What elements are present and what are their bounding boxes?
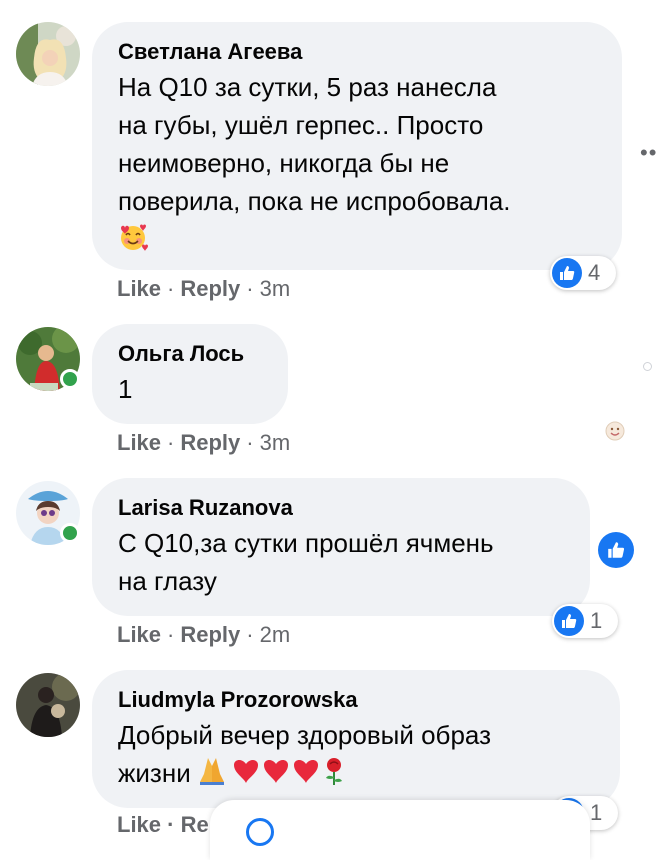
avatar[interactable] — [16, 22, 80, 86]
comment-text: С Q10,за сутки прошёл ячмень на глазу — [118, 524, 564, 600]
comment-actions: Like · Reply · 3m — [117, 276, 290, 302]
like-button[interactable]: Like — [117, 276, 161, 301]
bottom-overlay-panel — [210, 800, 590, 860]
avatar[interactable] — [16, 673, 80, 737]
avatar-photo — [16, 673, 80, 737]
comment-bubble: Larisa Ruzanova С Q10,за сутки прошёл яч… — [92, 478, 590, 616]
reaction-number: 4 — [588, 260, 601, 285]
reaction-count[interactable]: 4 — [550, 256, 616, 290]
comment-timestamp[interactable]: 3m — [260, 276, 291, 301]
avatar[interactable] — [16, 327, 80, 391]
comment-actions: Like · Reply · 2m — [117, 622, 290, 648]
comment-line: неимоверно, никогда бы не — [118, 148, 450, 178]
comment-author[interactable]: Светлана Агеева — [118, 38, 596, 66]
comment-line: На Q10 за сутки, 5 раз нанесла — [118, 72, 497, 102]
comment-line: поверила, пока не испробовала. — [118, 186, 511, 216]
folded-hands-hearts-rose-icons — [199, 758, 342, 785]
separator: · — [246, 622, 254, 647]
like-icon[interactable] — [598, 532, 634, 568]
comment-bubble: Ольга Лось 1 — [92, 324, 288, 424]
comment-line: жизни — [118, 758, 191, 788]
comment-line: 1 — [118, 374, 133, 404]
comment-line: на губы, ушёл герпес.. Просто — [118, 110, 484, 140]
comment-text: Добрый вечер здоровый образ жизни — [118, 716, 594, 792]
like-reaction-icon — [552, 258, 582, 288]
comment-text: На Q10 за сутки, 5 раз нанесла на губы, … — [118, 68, 596, 258]
comment-bubble: Liudmyla Prozorowska Добрый вечер здоров… — [92, 670, 620, 808]
like-button[interactable]: Like — [117, 430, 161, 455]
like-button[interactable]: Like — [117, 622, 161, 647]
separator: · — [167, 276, 175, 301]
comment-actions: Like · Re — [117, 812, 209, 838]
comment-author[interactable]: Liudmyla Prozorowska — [118, 686, 594, 714]
reaction-number: 1 — [590, 800, 603, 825]
separator: · — [167, 430, 175, 455]
reaction-count[interactable]: 1 — [552, 604, 618, 638]
comment-author[interactable]: Larisa Ruzanova — [118, 494, 564, 522]
online-status-dot — [60, 523, 80, 543]
separator: · — [167, 622, 175, 647]
separator: · — [246, 276, 254, 301]
smiling-face-with-hearts-icon — [121, 224, 148, 251]
separator: · — [246, 430, 254, 455]
indicator-circle-icon — [643, 362, 652, 371]
more-options-icon[interactable]: •• — [640, 140, 657, 166]
comment-timestamp[interactable]: 3m — [260, 430, 291, 455]
comments-list: Светлана Агеева На Q10 за сутки, 5 раз н… — [0, 0, 662, 860]
comment-text: 1 — [118, 370, 262, 408]
partial-actions-text[interactable]: Like · Re — [117, 812, 209, 837]
comment-line: С Q10,за сутки прошёл ячмень — [118, 528, 494, 558]
comment-line: Добрый вечер здоровый образ — [118, 720, 492, 750]
comment-line: на глазу — [118, 566, 217, 596]
comment-timestamp[interactable]: 2m — [260, 622, 291, 647]
loading-ring-icon — [246, 818, 274, 846]
comment-actions: Like · Reply · 3m — [117, 430, 290, 456]
reaction-number: 1 — [590, 608, 603, 633]
reply-button[interactable]: Reply — [180, 276, 240, 301]
avatar[interactable] — [16, 481, 80, 545]
comment-author[interactable]: Ольга Лось — [118, 340, 262, 368]
like-reaction-icon — [554, 606, 584, 636]
reply-button[interactable]: Reply — [180, 430, 240, 455]
reply-button[interactable]: Reply — [180, 622, 240, 647]
online-status-dot — [60, 369, 80, 389]
small-emoji-icon — [605, 421, 625, 441]
avatar-photo — [16, 22, 80, 86]
comment-bubble: Светлана Агеева На Q10 за сутки, 5 раз н… — [92, 22, 622, 270]
